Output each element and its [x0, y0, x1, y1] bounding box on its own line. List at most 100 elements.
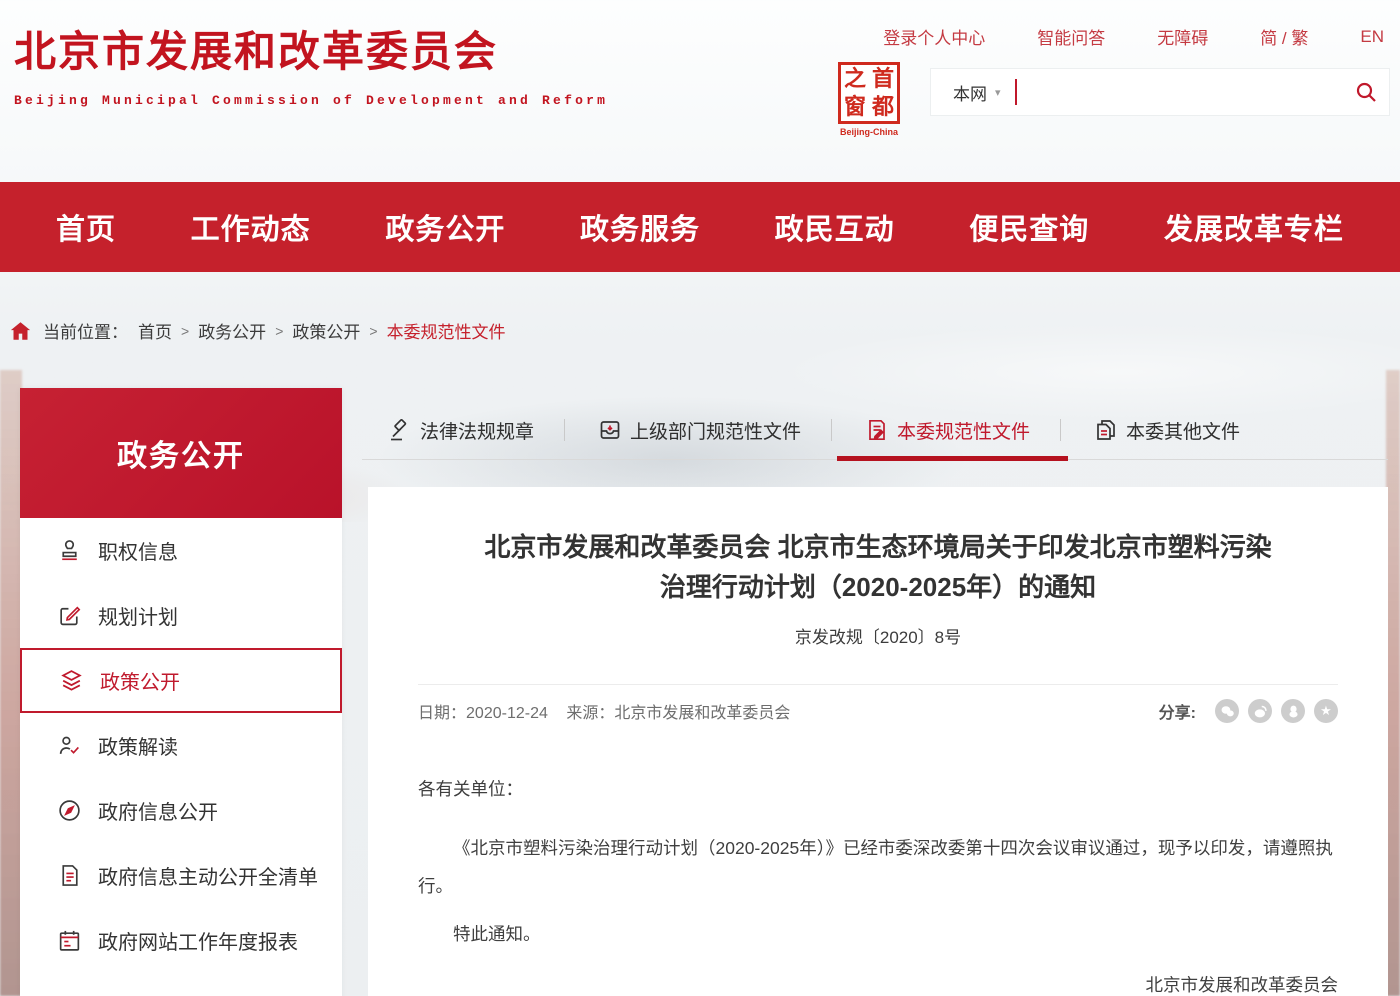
article-closing: 特此通知。: [418, 919, 1338, 949]
smart-qa-link[interactable]: 智能问答: [1037, 24, 1105, 49]
nav-public-interaction[interactable]: 政民互动: [775, 206, 895, 248]
nav-work-dynamics[interactable]: 工作动态: [191, 206, 311, 248]
search-input[interactable]: [1017, 69, 1343, 115]
stamp-icon: [56, 537, 83, 564]
article-salutation: 各有关单位：: [418, 775, 1338, 803]
sidebar-item-planning[interactable]: 规划计划: [20, 583, 342, 648]
sidebar-item-label: 规划计划: [98, 601, 178, 630]
tab-separator: [831, 419, 832, 441]
tab-commission-normative-documents[interactable]: 本委规范性文件: [865, 400, 1030, 460]
main-navigation: 首页 工作动态 政务公开 政务服务 政民互动 便民查询 发展改革专栏: [0, 182, 1400, 272]
search-button[interactable]: [1343, 69, 1389, 115]
site-logo[interactable]: 北京市发展和改革委员会 Beijing Municipal Commission…: [14, 18, 608, 108]
sidebar-item-label: 政策公开: [100, 666, 180, 695]
article-meta: 日期：2020-12-24 来源：北京市发展和改革委员会: [418, 699, 790, 723]
search-scope-label: 本网: [953, 80, 987, 105]
utility-links: 登录个人中心 智能问答 无障碍 简 / 繁 EN: [831, 24, 1384, 49]
article-panel: 北京市发展和改革委员会 北京市生态环境局关于印发北京市塑料污染治理行动计划（20…: [368, 487, 1388, 996]
share-label: 分享:: [1159, 699, 1196, 723]
breadcrumb-label: 当前位置：: [43, 318, 128, 343]
sidebar-item-authority-info[interactable]: 职权信息: [20, 518, 342, 583]
tab-label: 上级部门规范性文件: [630, 417, 801, 444]
tab-label: 本委其他文件: [1126, 417, 1240, 444]
beijing-china-seal-logo[interactable]: 之 首 窗 都 Beijing-China: [831, 62, 907, 137]
search-icon: [1354, 80, 1378, 104]
decision-catalog-icon: [56, 992, 83, 996]
document-list-icon: [56, 862, 83, 889]
home-icon[interactable]: [10, 321, 31, 341]
breadcrumb-current: 本委规范性文件: [387, 318, 506, 343]
accessibility-link[interactable]: 无障碍: [1157, 24, 1208, 49]
chevron-down-icon: ▾: [995, 86, 1001, 99]
tab-laws-regulations[interactable]: 法律法规规章: [388, 400, 534, 460]
sidebar-item-gov-info-open[interactable]: 政府信息公开: [20, 778, 342, 843]
sidebar-item-label: 政策解读: [98, 731, 178, 760]
divider: [418, 684, 1338, 685]
site-header: 北京市发展和改革委员会 Beijing Municipal Commission…: [0, 0, 1400, 182]
english-link[interactable]: EN: [1360, 27, 1384, 47]
simplified-traditional-toggle[interactable]: 简 / 繁: [1260, 24, 1308, 49]
seal-icon: 之 首 窗 都: [838, 62, 900, 124]
breadcrumb-separator: >: [181, 323, 189, 339]
breadcrumb-policy-open[interactable]: 政策公开: [292, 318, 360, 343]
nav-government-affairs[interactable]: 政务公开: [385, 206, 505, 248]
article-signature: 北京市发展和改革委员会: [418, 971, 1338, 996]
sidebar-item-label: 政府网站工作年度报表: [98, 926, 298, 955]
nav-home[interactable]: 首页: [56, 206, 116, 248]
plan-edit-icon: [56, 602, 83, 629]
inbox-document-icon: [598, 418, 622, 442]
breadcrumb-home[interactable]: 首页: [138, 318, 172, 343]
tab-label: 本委规范性文件: [897, 417, 1030, 444]
nav-government-services[interactable]: 政务服务: [580, 206, 700, 248]
share-bar: 分享: ★: [1159, 699, 1338, 723]
site-subtitle: Beijing Municipal Commission of Developm…: [14, 93, 608, 108]
date-label: 日期：: [418, 705, 466, 722]
document-pen-icon: [865, 418, 889, 442]
compass-icon: [56, 797, 83, 824]
layers-icon: [58, 667, 85, 694]
site-title: 北京市发展和改革委员会: [14, 18, 608, 79]
search-scope-dropdown[interactable]: 本网 ▾: [931, 80, 1015, 105]
seal-char: 窗: [841, 93, 869, 121]
background-photo-left: [0, 370, 22, 996]
nav-convenient-inquiry[interactable]: 便民查询: [969, 206, 1089, 248]
nav-reform-special-column[interactable]: 发展改革专栏: [1164, 206, 1344, 248]
breadcrumb: 当前位置： 首页 > 政务公开 > 政策公开 > 本委规范性文件: [10, 318, 506, 343]
search-bar: 本网 ▾: [930, 68, 1390, 116]
document-type-tabs: 法律法规规章 上级部门规范性文件 本委规范性文件: [368, 400, 1388, 460]
sidebar-title-label: 政务公开: [117, 431, 245, 475]
breadcrumb-separator: >: [369, 323, 377, 339]
sidebar-item-policy-interpretation[interactable]: 政策解读: [20, 713, 342, 778]
article-body: 各有关单位： 《北京市塑料污染治理行动计划（2020-2025年）》已经市委深改…: [418, 775, 1338, 996]
tab-label: 法律法规规章: [420, 417, 534, 444]
weibo-share-icon[interactable]: [1248, 699, 1272, 723]
seal-char: 之: [841, 65, 869, 93]
seal-caption: Beijing-China: [831, 127, 907, 137]
breadcrumb-gov-affairs[interactable]: 政务公开: [198, 318, 266, 343]
sidebar-item-label: 决策目录: [98, 991, 178, 996]
sidebar: 政务公开 职权信息 规划计划 政策公开: [20, 388, 342, 996]
login-personal-center-link[interactable]: 登录个人中心: [883, 24, 985, 49]
person-check-icon: [56, 732, 83, 759]
seal-char: 首: [869, 65, 897, 93]
wechat-share-icon[interactable]: [1215, 699, 1239, 723]
sidebar-title: 政务公开: [20, 388, 342, 518]
tab-separator: [1060, 419, 1061, 441]
article-date: 2020-12-24: [466, 705, 548, 722]
sidebar-item-proactive-disclosure-list[interactable]: 政府信息主动公开全清单: [20, 843, 342, 908]
sidebar-item-label: 政府信息主动公开全清单: [98, 861, 318, 890]
article-meta-row: 日期：2020-12-24 来源：北京市发展和改革委员会 分享:: [418, 699, 1338, 723]
qq-share-icon[interactable]: [1281, 699, 1305, 723]
document-number: 京发改规〔2020〕8号: [418, 623, 1338, 648]
gavel-icon: [388, 418, 412, 442]
background-photo-right: [1386, 370, 1400, 996]
sidebar-item-policy-open[interactable]: 政策公开: [20, 648, 342, 713]
article-paragraph: 《北京市塑料污染治理行动计划（2020-2025年）》已经市委深改委第十四次会议…: [418, 829, 1338, 905]
sidebar-item-decision-catalog[interactable]: 决策目录: [20, 973, 342, 996]
favorite-star-icon[interactable]: ★: [1314, 699, 1338, 723]
source-label: 来源：: [566, 705, 614, 722]
tab-commission-other-documents[interactable]: 本委其他文件: [1094, 400, 1240, 460]
tab-superior-normative-documents[interactable]: 上级部门规范性文件: [598, 400, 801, 460]
tab-separator: [564, 419, 565, 441]
sidebar-item-annual-website-report[interactable]: 政府网站工作年度报表: [20, 908, 342, 973]
